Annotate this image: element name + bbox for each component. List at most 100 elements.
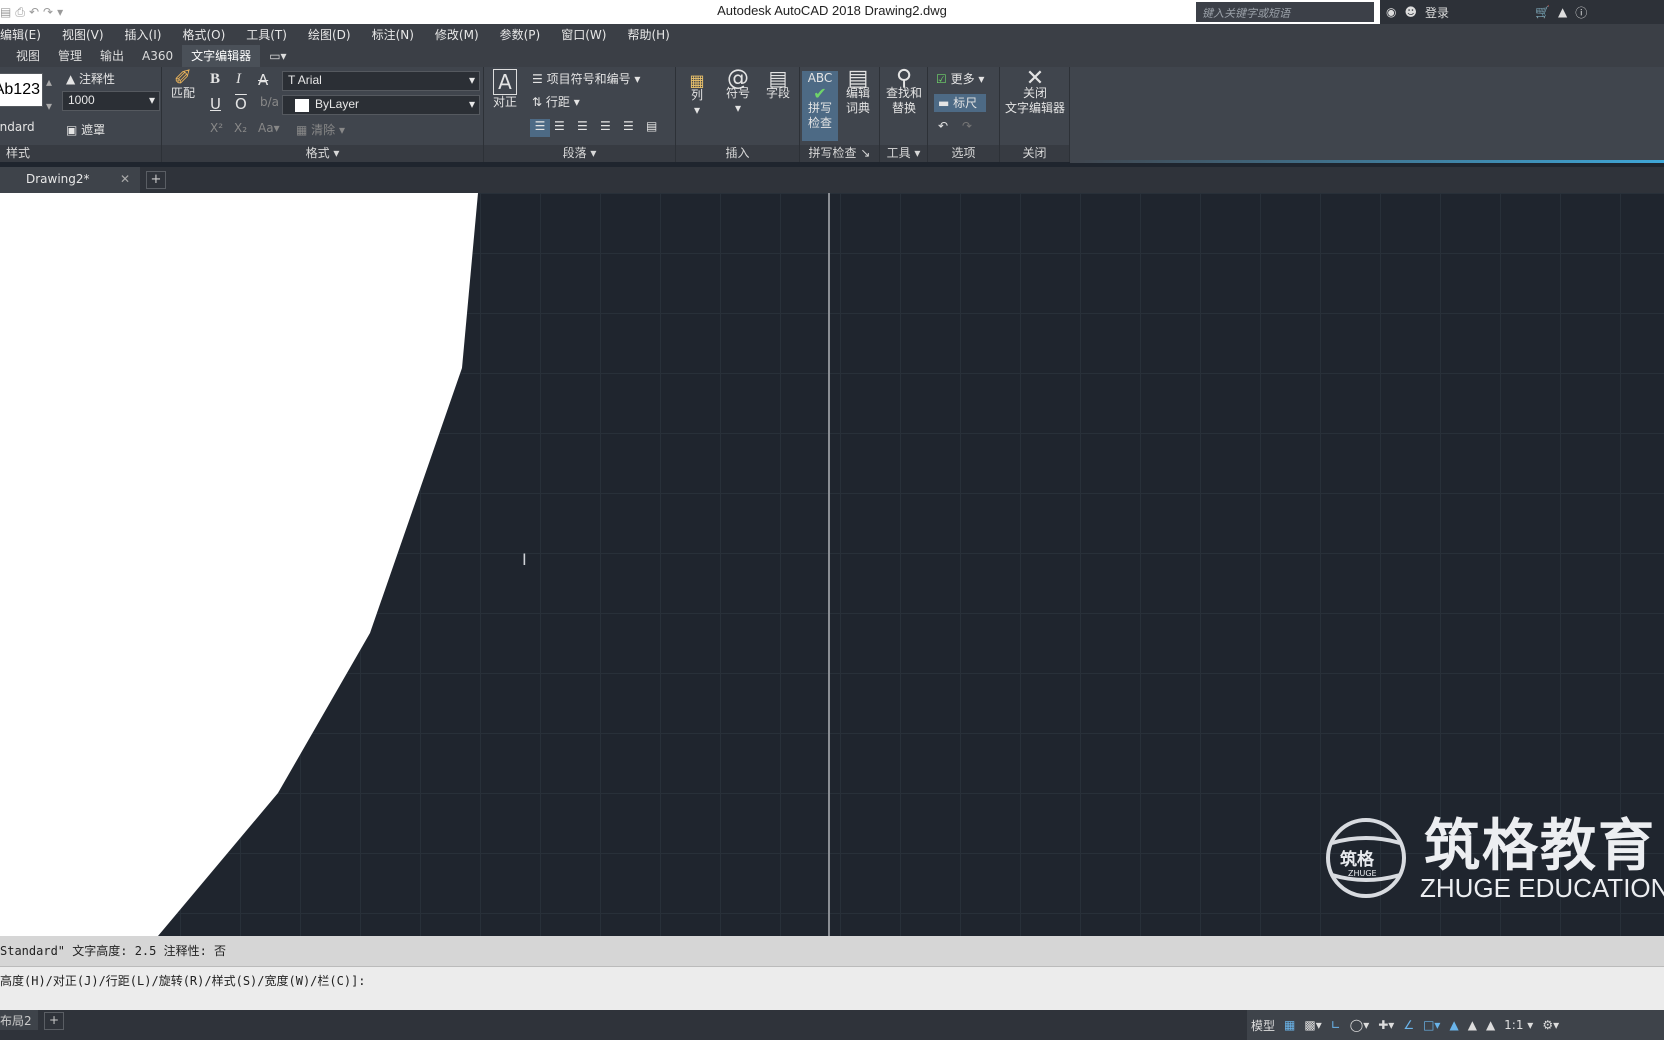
menu-window[interactable]: 窗口(W) — [551, 26, 617, 43]
line-spacing-button[interactable]: ⇅ 行距 ▾ — [532, 93, 580, 110]
paragraph-settings-icon[interactable]: ▤ — [646, 119, 657, 133]
panel-title-paragraph[interactable]: 段落 ▾ — [484, 145, 675, 162]
bullets-button[interactable]: ☰ 项目符号和编号 ▾ — [532, 70, 640, 87]
stack-button[interactable]: b/a — [260, 95, 279, 109]
panel-title-spellcheck[interactable]: 拼写检查 ↘ — [800, 145, 879, 162]
tab-view[interactable]: 视图 — [0, 45, 49, 67]
align-center-icon[interactable]: ☰ — [554, 119, 565, 133]
drawing-canvas[interactable]: I 筑格 ZHUGE 筑格教育 ZHUGE EDUCATION — [0, 193, 1664, 936]
symbol-button[interactable]: @ 符号 ▾ — [722, 68, 754, 116]
annotative-toggle[interactable]: ▲ 注释性 — [66, 70, 115, 87]
mask-button[interactable]: ▣ 遮罩 — [66, 121, 105, 138]
font-select[interactable]: T Arial ▾ — [282, 71, 480, 91]
color-select[interactable]: ByLayer ▾ — [282, 95, 480, 115]
underline-button[interactable]: U — [210, 95, 221, 113]
match-button[interactable]: ✐ 匹配 — [168, 68, 198, 101]
columns-button[interactable]: ▦ 列 ▾ — [684, 73, 710, 118]
panel-title-tools[interactable]: 工具 ▾ — [880, 145, 927, 162]
more-button[interactable]: ☑ 更多 ▾ — [936, 70, 984, 87]
font-value: Arial — [297, 73, 322, 87]
style-name[interactable]: Standard — [0, 120, 35, 134]
snap-icon[interactable]: ▩▾ — [1304, 1018, 1321, 1032]
menu-help[interactable]: 帮助(H) — [617, 26, 680, 43]
align-distribute-icon[interactable]: ☰ — [623, 119, 634, 133]
eraser-icon: ▦ — [296, 123, 312, 137]
tab-layout2[interactable]: 布局2 — [0, 1010, 38, 1030]
panel-title-close: 关闭 — [1000, 145, 1069, 162]
spell-check-button[interactable]: ABC ✔ 拼写 检查 — [802, 71, 838, 141]
scale-select[interactable]: 1:1 ▾ — [1504, 1018, 1533, 1032]
chevron-down-icon: ▾ — [468, 73, 475, 87]
cart-icon[interactable]: 🛒 — [1535, 5, 1550, 19]
close-label-2: 文字编辑器 — [1004, 101, 1065, 115]
panel-title-format[interactable]: 格式 ▾ — [162, 145, 483, 162]
menu-insert[interactable]: 插入(I) — [115, 26, 173, 43]
tab-manage[interactable]: 管理 — [49, 45, 91, 67]
undo-icon[interactable]: ↶ — [938, 119, 948, 133]
ortho-icon[interactable]: ∟ — [1331, 1018, 1341, 1032]
menu-draw[interactable]: 绘图(D) — [298, 26, 362, 43]
overline-button[interactable]: O — [235, 95, 247, 113]
strikethrough-button[interactable]: A — [258, 71, 268, 89]
login-button[interactable]: 登录 — [1425, 4, 1449, 21]
tab-a360[interactable]: A360 — [133, 45, 182, 67]
isodraft-icon[interactable]: ✚▾ — [1378, 1018, 1394, 1032]
logo-en-text: ZHUGE — [1348, 869, 1377, 878]
annotation-scale-icon[interactable]: ▲ — [1486, 1018, 1495, 1032]
superscript-button[interactable]: X² — [210, 121, 223, 135]
align-right-icon[interactable]: ☰ — [577, 119, 588, 133]
menu-dimension[interactable]: 标注(N) — [362, 26, 425, 43]
tab-output[interactable]: 输出 — [91, 45, 133, 67]
bold-button[interactable]: B — [210, 71, 220, 88]
close-text-editor-button[interactable]: ✕ 关闭 文字编辑器 — [1000, 68, 1070, 116]
new-tab-button[interactable]: + — [146, 171, 166, 189]
add-layout-button[interactable]: + — [44, 1012, 64, 1030]
style-preview[interactable]: Ab123 — [0, 73, 43, 107]
field-button[interactable]: ▤ 字段 — [762, 68, 794, 101]
text-cursor-icon: I — [522, 550, 527, 569]
subscript-button[interactable]: X₂ — [234, 121, 247, 135]
panel-paragraph: A 对正 ☰ 项目符号和编号 ▾ ⇅ 行距 ▾ ☰ ☰ ☰ ☰ ☰ ▤ 段落 ▾ — [484, 67, 676, 162]
ruler-button[interactable]: ▬ 标尺 — [934, 94, 986, 112]
justify-button[interactable]: A 对正 — [490, 69, 520, 110]
annotation-visibility-icon[interactable]: ▲ — [1449, 1018, 1458, 1032]
object-snap-icon[interactable]: □▾ — [1423, 1018, 1440, 1032]
align-left-icon[interactable]: ☰ — [530, 119, 550, 137]
panel-options: ☑ 更多 ▾ ▬ 标尺 ↶ ↷ 选项 — [928, 67, 1000, 162]
polar-icon[interactable]: ◯▾ — [1350, 1018, 1369, 1032]
text-height-field[interactable]: 1000 ▾ — [62, 91, 160, 111]
exchange-icon[interactable]: ▲ — [1558, 5, 1567, 19]
menu-parametric[interactable]: 参数(P) — [490, 26, 552, 43]
style-scroll-up[interactable]: ▴ — [46, 75, 52, 89]
auto-scale-icon[interactable]: ▲ — [1468, 1018, 1477, 1032]
menu-tools[interactable]: 工具(T) — [236, 26, 298, 43]
annotative-label: 注释性 — [79, 72, 116, 86]
menu-modify[interactable]: 修改(M) — [425, 26, 490, 43]
align-justify-icon[interactable]: ☰ — [600, 119, 611, 133]
panel-format: ✐ 匹配 B I A U O b/a X² X₂ Aa▾ T Arial ▾ By… — [162, 67, 484, 162]
user-icon[interactable]: ☻ — [1404, 5, 1417, 19]
menu-edit[interactable]: 编辑(E) — [0, 26, 52, 43]
menu-format[interactable]: 格式(O) — [172, 26, 236, 43]
edit-dictionary-button[interactable]: ▤ 编辑 词典 — [840, 68, 876, 116]
redo-icon[interactable]: ↷ — [962, 119, 972, 133]
model-space-button[interactable]: 模型 — [1251, 1017, 1275, 1034]
grid-icon[interactable]: ▦ — [1284, 1018, 1295, 1032]
close-icon[interactable]: ✕ — [120, 172, 130, 186]
ribbon-options-icon[interactable]: ▭▾ — [260, 45, 295, 67]
tab-text-editor[interactable]: 文字编辑器 — [182, 45, 261, 67]
help-icon[interactable]: ⓘ — [1575, 4, 1587, 21]
command-line[interactable]: 高度(H)/对正(J)/行距(L)/旋转(R)/样式(S)/宽度(W)/栏(C)… — [0, 966, 1664, 1010]
search-input[interactable]: 键入关键字或短语 — [1196, 2, 1374, 22]
text-height-value: 1000 — [68, 93, 95, 107]
object-snap-tracking-icon[interactable]: ∠ — [1403, 1018, 1414, 1032]
change-case-button[interactable]: Aa▾ — [258, 121, 280, 135]
italic-button[interactable]: I — [236, 71, 241, 88]
menu-view[interactable]: 视图(V) — [52, 26, 115, 43]
tab-drawing2[interactable]: Drawing2* ✕ — [0, 167, 140, 193]
gear-icon[interactable]: ⚙▾ — [1542, 1018, 1559, 1032]
style-scroll-down[interactable]: ▾ — [46, 99, 52, 113]
clear-button[interactable]: ▦ 清除 ▾ — [296, 121, 345, 138]
find-replace-button[interactable]: ⚲ 查找和 替换 — [882, 68, 926, 116]
binoculars-icon[interactable]: ◉ — [1386, 5, 1396, 19]
